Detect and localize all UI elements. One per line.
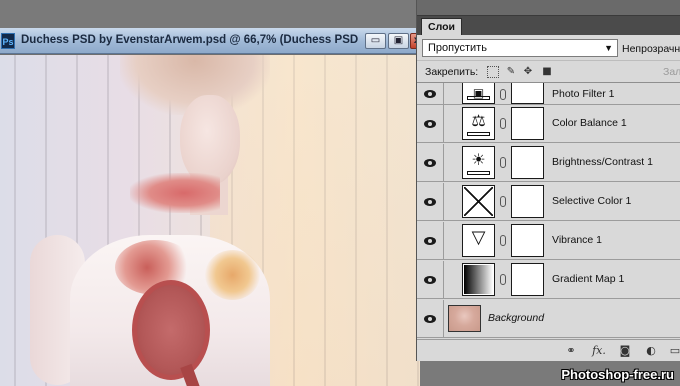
document-window: Ps Duchess PSD by EvenstarArwem.psd @ 66… xyxy=(0,28,424,386)
document-titlebar[interactable]: Ps Duchess PSD by EvenstarArwem.psd @ 66… xyxy=(0,28,424,54)
face-region xyxy=(180,95,240,185)
layer-mask-thumbnail[interactable] xyxy=(511,185,544,218)
image-thumbnail[interactable] xyxy=(448,305,481,332)
watermark-text: Photoshop-free.ru xyxy=(561,367,674,382)
layers-footer: ⚭ fx. ◙ ◐ ▭ xyxy=(417,339,680,361)
visibility-toggle[interactable] xyxy=(417,222,444,259)
visibility-toggle[interactable] xyxy=(417,261,444,298)
eye-icon xyxy=(424,236,436,245)
add-mask-icon[interactable]: ◙ xyxy=(617,344,633,358)
layer-mask-thumbnail[interactable] xyxy=(511,107,544,140)
eye-icon xyxy=(424,119,436,128)
image-canvas[interactable] xyxy=(0,55,420,386)
layer-row[interactable]: ⚖ Color Balance 1 xyxy=(417,105,680,143)
eye-icon xyxy=(424,89,436,98)
neck-bow-region xyxy=(130,173,220,213)
photo-filter-icon: ▣ xyxy=(462,83,495,104)
document-title: Duchess PSD by EvenstarArwem.psd @ 66,7%… xyxy=(21,34,361,46)
selective-color-icon xyxy=(462,185,495,218)
layer-row[interactable]: ☀ Brightness/Contrast 1 xyxy=(417,144,680,182)
lock-image-pixels-icon[interactable]: ✎ xyxy=(505,66,517,78)
visibility-toggle[interactable] xyxy=(417,300,444,337)
layer-row-background[interactable]: Background xyxy=(417,300,680,338)
layer-mask-thumbnail[interactable] xyxy=(511,224,544,257)
lock-position-icon[interactable]: ✥ xyxy=(522,66,534,78)
panel-titlebar[interactable]: Слои xyxy=(417,0,680,35)
brightness-contrast-icon: ☀ xyxy=(462,146,495,179)
maximize-button[interactable]: ▣ xyxy=(388,33,409,49)
eye-icon xyxy=(424,197,436,206)
hand-mirror-region xyxy=(132,280,210,380)
layer-row[interactable]: Selective Color 1 xyxy=(417,183,680,221)
layer-mask-thumbnail[interactable] xyxy=(511,83,544,104)
lock-row: Закрепить: ✎ ✥ ■ Зали xyxy=(417,61,680,83)
eye-icon xyxy=(424,275,436,284)
color-balance-icon: ⚖ xyxy=(462,107,495,140)
fx-icon[interactable]: fx. xyxy=(591,344,607,358)
layers-panel: Слои Пропустить ▼ Непрозрачно Закрепить:… xyxy=(416,0,680,361)
visibility-toggle[interactable] xyxy=(417,144,444,181)
link-icon[interactable]: ⚭ xyxy=(563,344,579,358)
eye-icon xyxy=(424,158,436,167)
lock-all-icon[interactable]: ■ xyxy=(541,66,553,78)
layer-name[interactable]: Gradient Map 1 xyxy=(552,273,624,285)
visibility-toggle[interactable] xyxy=(417,105,444,142)
layer-mask-thumbnail[interactable] xyxy=(511,263,544,296)
layers-list: ▣ Photo Filter 1 ⚖ Color Balance 1 ☀ Bri… xyxy=(417,83,680,339)
link-icon[interactable] xyxy=(500,196,506,207)
blend-row: Пропустить ▼ Непрозрачно xyxy=(417,35,680,61)
layer-name[interactable]: Photo Filter 1 xyxy=(552,88,614,100)
layer-row[interactable]: ▣ Photo Filter 1 xyxy=(417,83,680,105)
blend-mode-select[interactable]: Пропустить ▼ xyxy=(422,39,618,57)
layer-row[interactable]: Gradient Map 1 xyxy=(417,261,680,299)
panel-dock-bar[interactable] xyxy=(417,0,680,16)
minimize-button[interactable]: ▭ xyxy=(365,33,386,49)
tab-layers[interactable]: Слои xyxy=(421,18,462,35)
lock-label: Закрепить: xyxy=(425,66,479,78)
opacity-label: Непрозрачно xyxy=(622,43,680,55)
link-icon[interactable] xyxy=(500,118,506,129)
layer-mask-thumbnail[interactable] xyxy=(511,146,544,179)
new-group-icon[interactable]: ▭ xyxy=(667,344,680,358)
layer-name[interactable]: Selective Color 1 xyxy=(552,195,631,207)
visibility-toggle[interactable] xyxy=(417,83,444,104)
chevron-down-icon: ▼ xyxy=(604,43,613,53)
vibrance-icon: ▽ xyxy=(462,224,495,257)
layer-name[interactable]: Background xyxy=(488,312,544,324)
layer-name[interactable]: Color Balance 1 xyxy=(552,117,627,129)
lock-transparent-pixels-icon[interactable] xyxy=(487,66,499,78)
gradient-map-icon xyxy=(462,263,495,296)
link-icon[interactable] xyxy=(500,235,506,246)
blend-mode-value: Пропустить xyxy=(428,42,487,54)
photoshop-app-icon: Ps xyxy=(1,33,15,49)
link-icon[interactable] xyxy=(500,157,506,168)
link-icon[interactable] xyxy=(500,274,506,285)
layer-name[interactable]: Vibrance 1 xyxy=(552,234,602,246)
layer-row[interactable]: ▽ Vibrance 1 xyxy=(417,222,680,260)
adjustment-layer-icon[interactable]: ◐ xyxy=(643,344,659,358)
roses-region-2 xyxy=(205,250,260,300)
layer-name[interactable]: Brightness/Contrast 1 xyxy=(552,156,653,168)
eye-icon xyxy=(424,314,436,323)
link-icon[interactable] xyxy=(500,89,506,100)
visibility-toggle[interactable] xyxy=(417,183,444,220)
fill-label: Зали xyxy=(663,66,680,78)
